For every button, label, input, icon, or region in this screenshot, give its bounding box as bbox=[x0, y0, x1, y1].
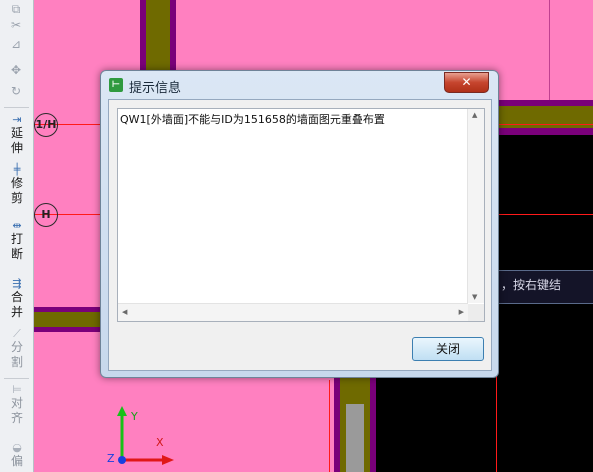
toolbar-divider bbox=[4, 107, 29, 108]
scroll-left-icon[interactable]: ◀ bbox=[122, 308, 127, 316]
axis-line bbox=[494, 214, 593, 215]
scroll-down-icon[interactable]: ▼ bbox=[472, 293, 477, 301]
split-label: 分 bbox=[10, 340, 23, 354]
break-label-2: 断 bbox=[10, 247, 23, 261]
scroll-right-icon[interactable]: ▶ bbox=[459, 308, 464, 316]
axis-bubble-1h[interactable]: 1/H bbox=[34, 113, 58, 137]
close-icon[interactable]: ✕ bbox=[444, 72, 489, 93]
break-label: 打 bbox=[10, 232, 23, 246]
selected-wall[interactable] bbox=[346, 404, 364, 472]
offset-icon: ◒ bbox=[12, 441, 22, 454]
app-logo-icon: ⊢ bbox=[109, 78, 123, 92]
align-label-2: 齐 bbox=[10, 411, 23, 425]
message-textarea[interactable]: QW1[外墙面]不能与ID为151658的墙面图元重叠布置 ▲ ▼ ◀ ▶ bbox=[117, 108, 485, 322]
command-hint-tooltip: ，按右键结 bbox=[494, 270, 593, 304]
axis-bubble-h[interactable]: H bbox=[34, 203, 58, 227]
split-label-2: 割 bbox=[10, 355, 23, 369]
message-text: QW1[外墙面]不能与ID为151658的墙面图元重叠布置 bbox=[120, 113, 385, 126]
message-dialog: ⊢ 提示信息 ✕ QW1[外墙面]不能与ID为151658的墙面图元重叠布置 ▲… bbox=[100, 70, 499, 378]
wall-core bbox=[146, 0, 170, 70]
grid-line bbox=[549, 0, 550, 100]
close-button[interactable]: 关闭 bbox=[412, 337, 484, 361]
copy-icon[interactable]: ⧉ bbox=[8, 2, 24, 16]
break-button[interactable]: ⇹ 打 断 bbox=[4, 220, 30, 262]
dialog-title: 提示信息 bbox=[129, 81, 182, 96]
split-icon: ⟋ bbox=[13, 327, 21, 340]
axis-line bbox=[494, 124, 593, 125]
scissors-icon[interactable]: ✂ bbox=[8, 18, 24, 32]
offset-button[interactable]: ◒ 偏 bbox=[4, 442, 30, 469]
break-icon: ⇹ bbox=[12, 219, 22, 232]
wall-core bbox=[34, 312, 106, 327]
extend-label: 延 bbox=[10, 126, 23, 140]
rotate-icon[interactable]: ↻ bbox=[8, 84, 24, 98]
extend-label-2: 伸 bbox=[10, 141, 23, 155]
opening-area bbox=[374, 376, 593, 472]
scroll-up-icon[interactable]: ▲ bbox=[472, 111, 477, 119]
ucs-y-label: Y bbox=[131, 410, 138, 423]
dialog-body: QW1[外墙面]不能与ID为151658的墙面图元重叠布置 ▲ ▼ ◀ ▶ 关闭 bbox=[108, 99, 492, 371]
edit-toolbar: ⧉ ✂ ⊿ ✥ ↻ ⇥ 延 伸 ╪ 修 剪 ⇹ 打 断 ⇶ 合 并 ⟋ 分 割 … bbox=[0, 0, 34, 472]
trim-label: 修 bbox=[10, 176, 23, 190]
vertical-scrollbar[interactable]: ▲ ▼ bbox=[467, 109, 484, 303]
merge-label-2: 并 bbox=[10, 305, 23, 319]
horizontal-scrollbar[interactable]: ◀ ▶ bbox=[118, 303, 468, 321]
align-icon: ⊨ bbox=[12, 383, 22, 396]
merge-label: 合 bbox=[10, 290, 23, 304]
merge-button[interactable]: ⇶ 合 并 bbox=[4, 278, 30, 320]
align-label: 对 bbox=[10, 396, 23, 410]
axis-line bbox=[329, 380, 330, 472]
mirror-icon[interactable]: ⊿ bbox=[8, 37, 24, 51]
toolbar-divider bbox=[4, 378, 29, 379]
trim-button[interactable]: ╪ 修 剪 bbox=[4, 164, 30, 206]
offset-label: 偏 bbox=[10, 454, 23, 468]
merge-icon: ⇶ bbox=[12, 277, 22, 290]
ucs-z-label: Z bbox=[107, 452, 115, 465]
dialog-titlebar[interactable]: ⊢ 提示信息 ✕ bbox=[101, 71, 498, 99]
align-button[interactable]: ⊨ 对 齐 bbox=[4, 384, 30, 426]
ucs-x-label: X bbox=[156, 436, 164, 449]
trim-label-2: 剪 bbox=[10, 191, 23, 205]
trim-icon: ╪ bbox=[13, 163, 21, 176]
extend-button[interactable]: ⇥ 延 伸 bbox=[4, 114, 30, 156]
extend-icon: ⇥ bbox=[12, 113, 22, 126]
split-button[interactable]: ⟋ 分 割 bbox=[4, 328, 30, 370]
move-icon[interactable]: ✥ bbox=[8, 63, 24, 77]
scrollbar-corner bbox=[468, 304, 484, 321]
